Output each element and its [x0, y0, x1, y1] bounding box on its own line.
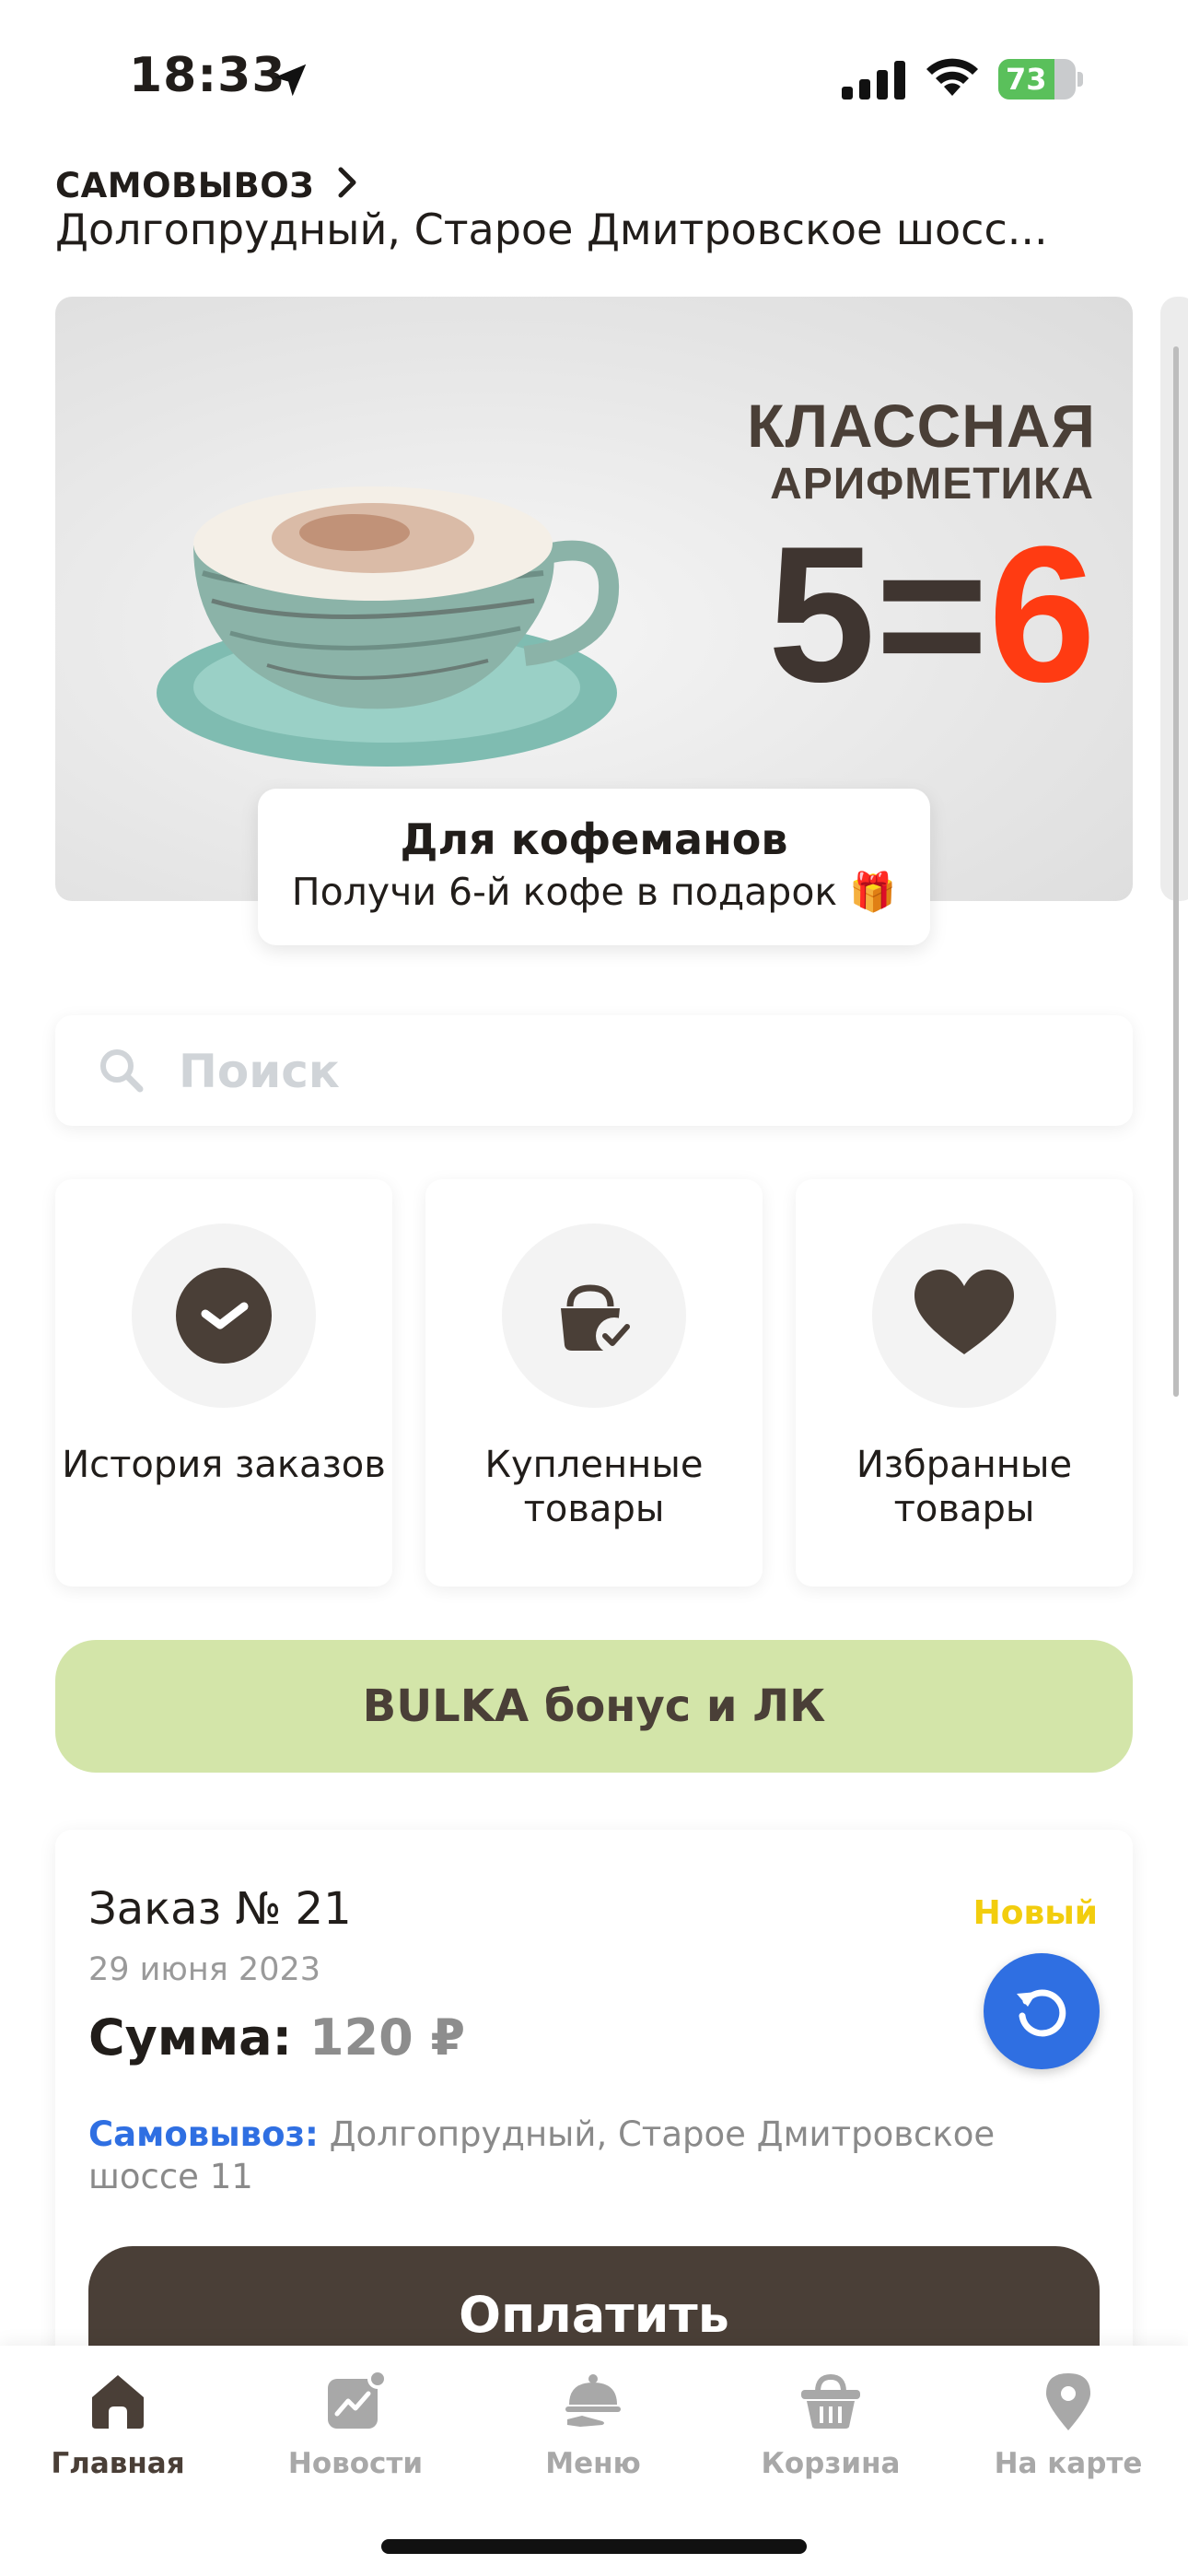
tab-map[interactable]: На карте [967, 2368, 1170, 2480]
order-sum-label: Сумма: [88, 2008, 293, 2067]
promo-card-title: Для кофеманов [400, 814, 788, 864]
tab-menu[interactable]: Меню [492, 2368, 694, 2480]
battery-percent: 73 [1006, 62, 1047, 97]
tile-label: Купленные товары [484, 1444, 704, 1530]
map-pin-icon [1046, 2373, 1090, 2430]
order-sum-value: 120 ₽ [309, 2008, 466, 2067]
battery-indicator: 73 [998, 59, 1083, 100]
order-date: 29 июня 2023 [88, 1951, 321, 1988]
tab-label: Новости [287, 2447, 424, 2480]
promo-equation-right: 6 [988, 506, 1096, 722]
promo-equation: 5=6 [681, 518, 1096, 711]
tile-purchased-items[interactable]: Купленные товары [425, 1179, 763, 1587]
location-arrow-icon [274, 64, 307, 97]
tile-order-history[interactable]: История заказов [55, 1179, 392, 1587]
purchased-bag-icon [561, 1284, 633, 1354]
promo-equation-left: 5= [767, 506, 989, 722]
order-number: Заказ № 21 [88, 1883, 352, 1935]
repeat-order-button[interactable] [984, 1953, 1100, 2069]
order-pickup-info: Самовывоз: Долгопрудный, Старое Дмитровс… [88, 2113, 1083, 2198]
home-indicator [381, 2539, 807, 2554]
promo-card[interactable]: Для кофеманов Получи 6-й кофе в подарок … [258, 789, 930, 945]
bonus-account-button[interactable]: BULKA бонус и ЛК [55, 1640, 1133, 1773]
scroll-indicator [1173, 346, 1179, 1397]
tab-cart[interactable]: Корзина [729, 2368, 932, 2480]
promo-subheadline: АРИФМЕТИКА [770, 460, 1094, 509]
tab-news[interactable]: Новости [254, 2368, 457, 2480]
order-pickup-label: Самовывоз: [88, 2114, 319, 2154]
pickup-mode-label[interactable]: САМОВЫВОЗ [55, 166, 314, 205]
repeat-icon [1017, 1989, 1066, 2037]
menu-cloche-icon [565, 2374, 621, 2427]
order-status-badge: Новый [973, 1894, 1098, 1932]
tile-favorite-items[interactable]: Избранные товары [796, 1179, 1133, 1587]
chevron-right-icon[interactable] [333, 164, 361, 201]
tab-label: Корзина [761, 2447, 901, 2480]
pickup-address[interactable]: Долгопрудный, Старое Дмитровское шосс... [55, 205, 1151, 254]
tab-label: На карте [994, 2447, 1143, 2480]
search-bar[interactable] [55, 1015, 1133, 1126]
tile-label: История заказов [62, 1444, 386, 1486]
home-icon [92, 2375, 144, 2429]
tab-home[interactable]: Главная [17, 2368, 219, 2480]
status-time: 18:33 [129, 48, 286, 103]
heart-icon [914, 1270, 1014, 1354]
news-icon [328, 2369, 388, 2429]
order-sum: Сумма: 120 ₽ [88, 2008, 465, 2067]
basket-icon [801, 2373, 860, 2429]
status-bar: 18:33 73 [0, 0, 1188, 157]
search-icon [100, 1049, 144, 1093]
promo-card-text: Получи 6-й кофе в подарок 🎁 [291, 870, 897, 914]
search-input[interactable] [179, 1039, 1100, 1104]
promo-headline: КЛАССНАЯ [747, 392, 1096, 460]
tab-label: Главная [51, 2447, 185, 2480]
tab-label: Меню [545, 2447, 641, 2480]
check-circle-icon [176, 1268, 272, 1364]
cellular-signal-icon [842, 61, 905, 100]
tile-label: Избранные товары [856, 1444, 1073, 1530]
wifi-icon [926, 58, 978, 96]
coffee-cup-image [157, 486, 620, 767]
